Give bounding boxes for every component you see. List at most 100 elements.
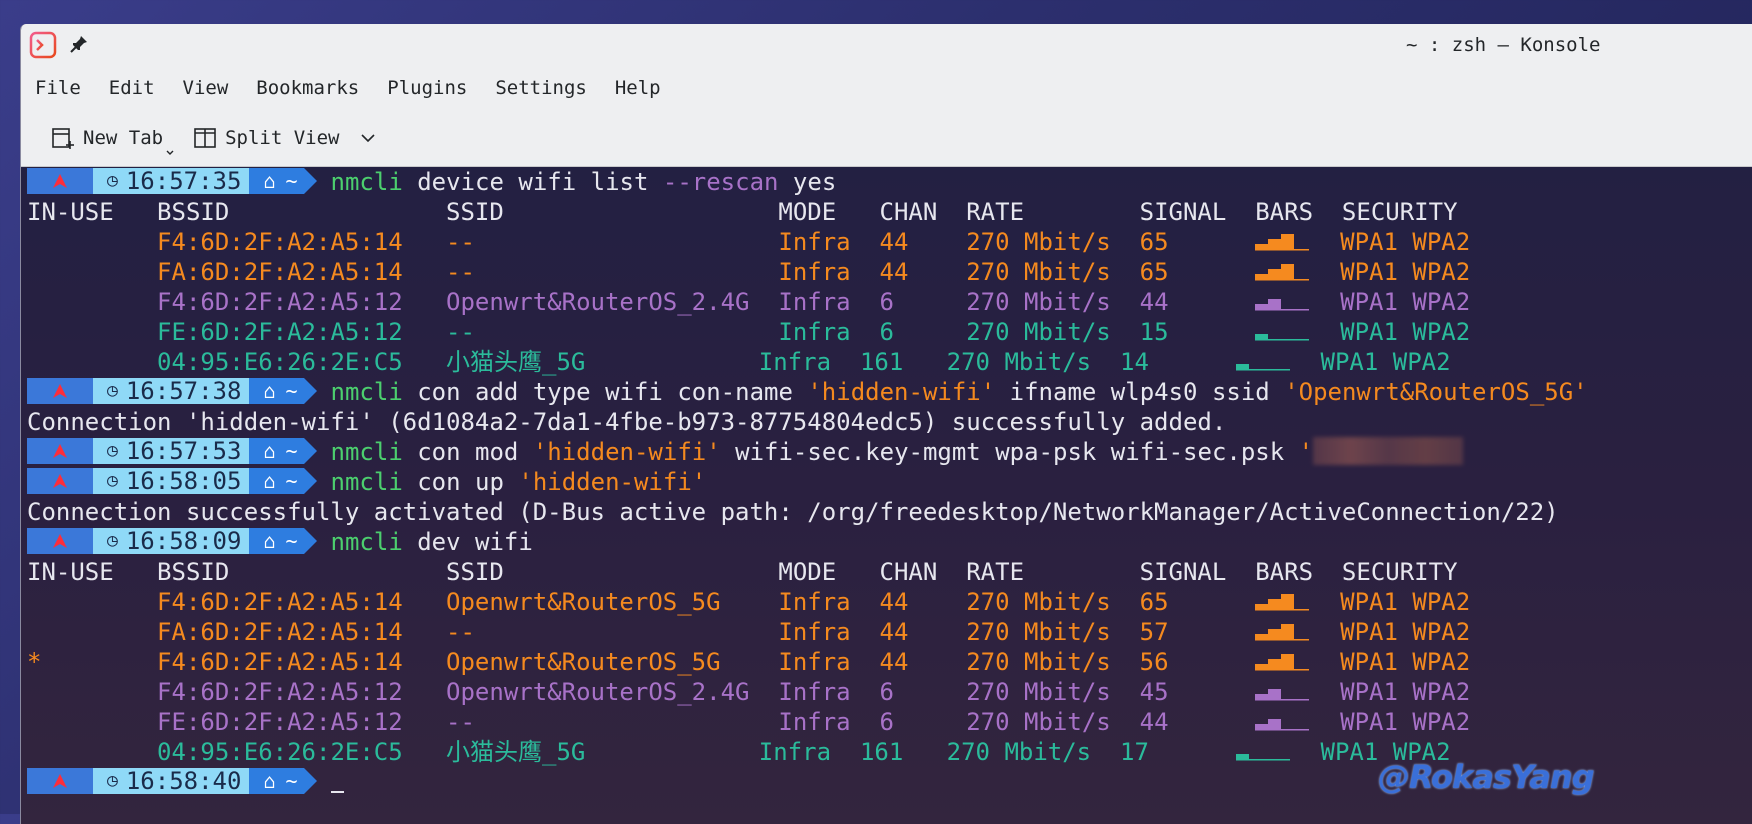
cell-chan: 161	[859, 738, 947, 766]
redacted-password	[1313, 437, 1464, 465]
watermark: @RokasYang	[1378, 758, 1595, 796]
cell-security: WPA1 WPA2	[1340, 588, 1471, 616]
menu-bookmarks[interactable]: Bookmarks	[256, 77, 373, 99]
signal-bars-icon	[1255, 299, 1310, 311]
cell-chan: 6	[879, 678, 967, 706]
os-segment	[27, 168, 93, 194]
menu-view[interactable]: View	[183, 77, 243, 99]
command-quoted: 'hidden-wifi'	[518, 468, 707, 496]
cell-mode: Infra	[778, 258, 880, 286]
pin-icon[interactable]	[69, 34, 89, 54]
cell-bssid: F4:6D:2F:A2:A5:14	[157, 648, 447, 676]
header-ssid: SSID	[446, 558, 779, 586]
table-row: FA:6D:2F:A2:A5:14 -- Infra 44 270 Mbit/s…	[27, 257, 1752, 287]
dir-tilde: ~	[285, 469, 298, 493]
cell-mode: Infra	[778, 618, 880, 646]
cell-ssid: --	[446, 258, 779, 286]
table-row: FA:6D:2F:A2:A5:14 -- Infra 44 270 Mbit/s…	[27, 617, 1752, 647]
cell-in_use	[27, 588, 157, 616]
table-row: FE:6D:2F:A2:A5:12 -- Infra 6 270 Mbit/s …	[27, 317, 1752, 347]
split-view-icon	[194, 128, 216, 148]
header-mode: MODE	[778, 198, 880, 226]
command-line: ◷ 16:57:35 ⌂ ~ nmcli device wifi list --resc…	[27, 167, 1752, 197]
cell-bssid: F4:6D:2F:A2:A5:12	[157, 678, 447, 706]
cell-in_use: *	[27, 648, 158, 676]
cell-rate: 270 Mbit/s	[966, 288, 1140, 316]
cell-ssid: --	[446, 708, 779, 736]
signal-bars-icon	[1255, 234, 1310, 251]
cell-security: WPA1 WPA2	[1320, 348, 1451, 376]
cell-rate: 270 Mbit/s	[966, 258, 1140, 286]
command-line: ◷ 16:57:38 ⌂ ~ nmcli con add type wifi con-n…	[27, 377, 1752, 407]
menu-plugins[interactable]: Plugins	[387, 77, 481, 99]
cell-ssid: Openwrt&RouterOS_5G	[446, 648, 779, 676]
time-segment: ◷ 16:58:09	[93, 527, 250, 555]
table-row: F4:6D:2F:A2:A5:14 -- Infra 44 270 Mbit/s…	[27, 227, 1752, 257]
prompt-time: 16:58:05	[125, 467, 242, 495]
cell-in_use	[27, 258, 157, 286]
signal-bars-icon	[1235, 754, 1290, 761]
cell-ssid: --	[446, 318, 779, 346]
dir-tilde: ~	[285, 379, 298, 403]
dir-segment: ⌂ ~	[249, 468, 304, 494]
arch-logo-icon	[53, 174, 67, 188]
clock-icon: ◷	[107, 380, 118, 401]
cell-rate: 270 Mbit/s	[946, 738, 1121, 766]
terminal-view[interactable]: ◷ 16:57:35 ⌂ ~ nmcli device wifi list --resc…	[21, 167, 1752, 824]
os-segment	[27, 468, 93, 494]
new-tab-icon	[52, 128, 74, 149]
os-segment	[27, 768, 93, 794]
cell-mode: Infra	[778, 228, 880, 256]
os-segment	[27, 378, 93, 404]
clock-icon: ◷	[107, 170, 118, 191]
signal-bars-icon	[1255, 624, 1310, 641]
home-icon: ⌂	[263, 469, 276, 493]
header-bars: BARS	[1255, 198, 1314, 226]
title-bar[interactable]: ~ : zsh — Konsole	[21, 24, 1752, 66]
menu-edit[interactable]: Edit	[109, 77, 169, 99]
new-tab-button[interactable]: New Tab	[51, 126, 174, 155]
clock-icon: ◷	[107, 440, 118, 461]
menu-settings[interactable]: Settings	[495, 77, 601, 99]
header-bssid: BSSID	[157, 558, 447, 586]
cell-chan: 161	[859, 348, 947, 376]
command-bin: nmcli	[330, 438, 403, 466]
header-rate: RATE	[966, 558, 1140, 586]
cell-ssid: --	[446, 228, 779, 256]
dir-tilde: ~	[285, 169, 298, 193]
cell-in_use	[27, 678, 157, 706]
command-args: con add type wifi con-name	[402, 378, 808, 406]
menu-help[interactable]: Help	[615, 77, 675, 99]
cell-signal: 44	[1139, 288, 1256, 316]
cell-rate: 270 Mbit/s	[966, 678, 1140, 706]
cell-rate: 270 Mbit/s	[966, 618, 1140, 646]
toolbar: New Tab Split View	[21, 110, 1752, 167]
time-segment: ◷ 16:57:35	[93, 167, 250, 195]
cell-bssid: F4:6D:2F:A2:A5:12	[157, 288, 447, 316]
cell-signal: 45	[1139, 678, 1256, 706]
cell-signal: 65	[1139, 228, 1256, 256]
command-bin: nmcli	[330, 468, 403, 496]
prompt-segment: ◷ 16:58:40 ⌂ ~	[27, 767, 317, 795]
cell-bssid: FE:6D:2F:A2:A5:12	[157, 708, 447, 736]
command-args: con mod	[402, 438, 533, 466]
cell-in_use	[27, 318, 157, 346]
header-in_use: IN-USE	[27, 558, 158, 586]
signal-bars-icon	[1255, 594, 1310, 611]
split-view-label: Split View	[225, 127, 340, 149]
menu-file[interactable]: File	[35, 77, 95, 99]
command-line: ◷ 16:58:09 ⌂ ~ nmcli dev wifi	[27, 527, 1752, 557]
split-view-button[interactable]: Split View	[193, 126, 377, 150]
prompt-time: 16:57:35	[125, 167, 242, 195]
dir-segment: ⌂ ~	[249, 378, 304, 404]
cell-rate: 270 Mbit/s	[966, 708, 1140, 736]
dir-tilde: ~	[285, 529, 298, 553]
cell-security: WPA1 WPA2	[1340, 708, 1471, 736]
header-bars: BARS	[1255, 558, 1314, 586]
cell-mode: Infra	[778, 318, 880, 346]
command-args: ifname wlp4s0 ssid	[995, 378, 1285, 406]
chevron-down-icon[interactable]	[359, 129, 377, 147]
cell-signal: 14	[1120, 348, 1236, 376]
cell-signal: 15	[1139, 318, 1256, 346]
cell-bssid: FA:6D:2F:A2:A5:14	[157, 258, 447, 286]
